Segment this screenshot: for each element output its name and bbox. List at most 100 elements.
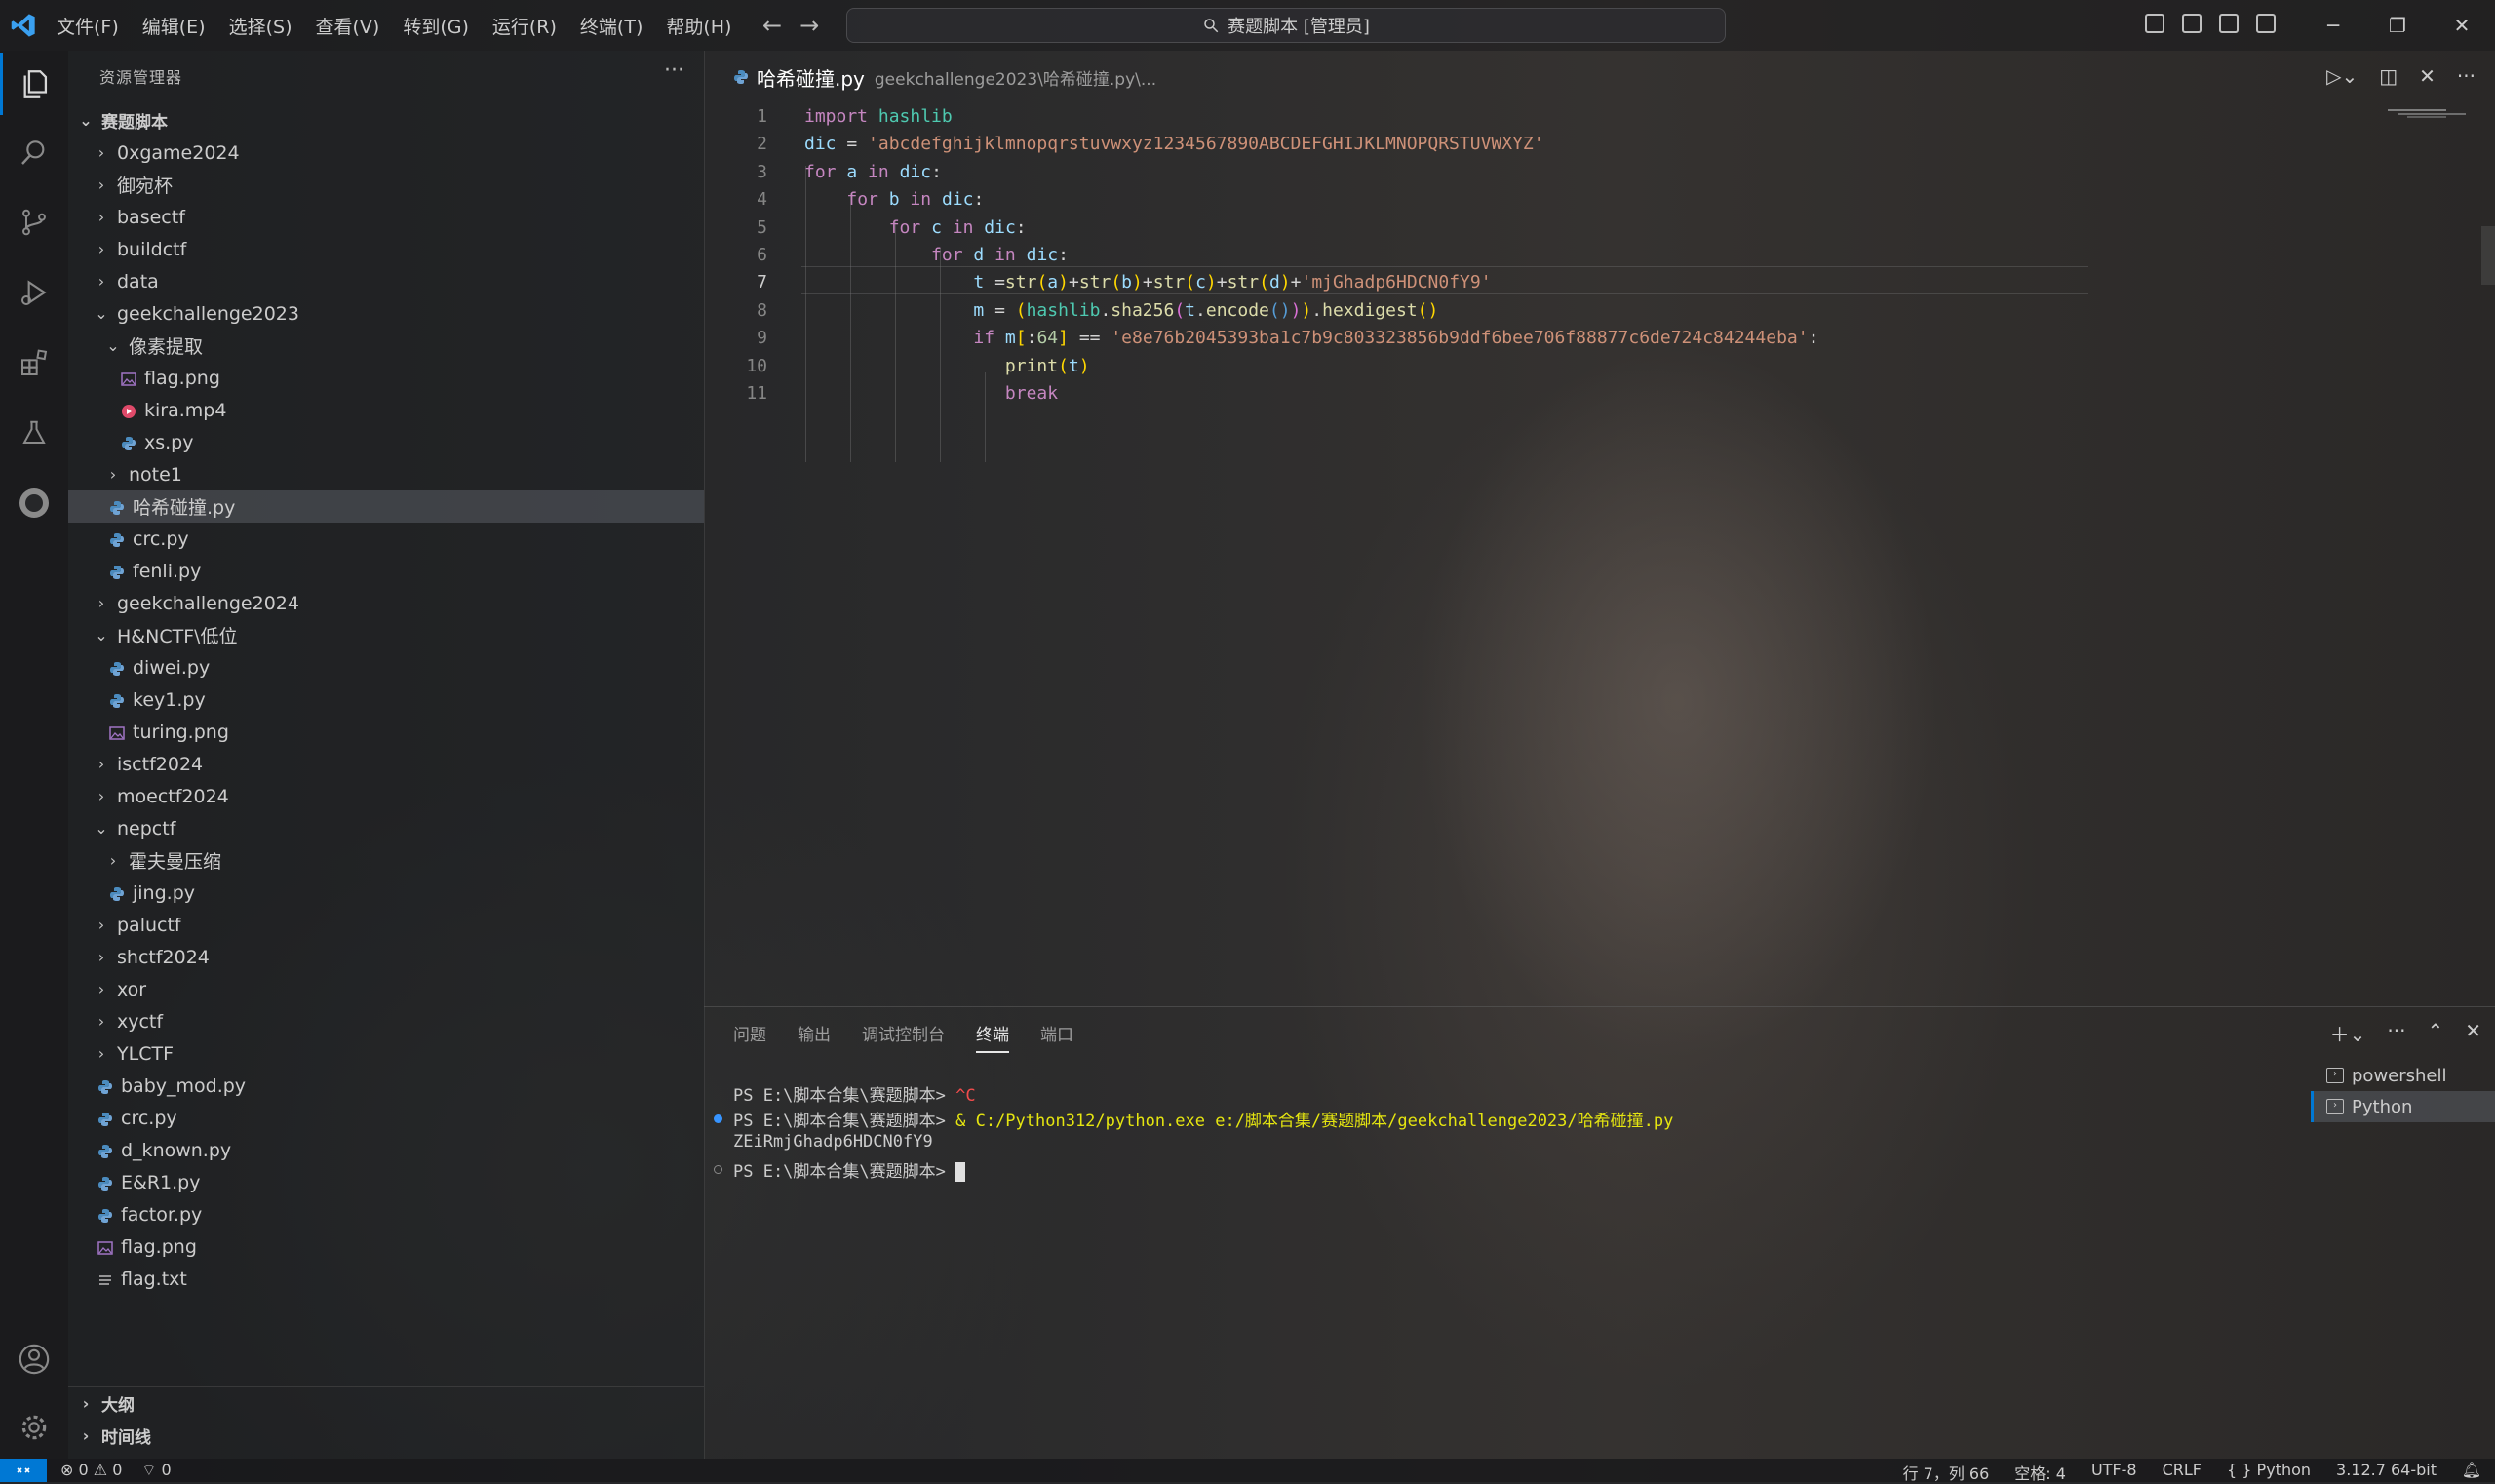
file-item[interactable]: crc.py [68,1102,704,1134]
tab-debug-console[interactable]: 调试控制台 [862,1021,945,1053]
timeline-header[interactable]: › 时间线 [68,1420,704,1452]
command-success-dot-icon[interactable] [714,1114,722,1123]
remote-indicator-icon[interactable] [0,1459,47,1482]
customize-layout-icon[interactable] [2256,14,2276,33]
folder-item[interactable]: › 御宛杯 [68,169,704,201]
code-line[interactable]: print(t) [804,356,1090,376]
folder-item[interactable]: › buildctf [68,233,704,265]
back-arrow-icon[interactable]: ← [762,12,782,39]
more-actions-icon[interactable]: ··· [664,59,684,83]
folder-item[interactable]: ⌄ geekchallenge2023 [68,297,704,330]
maximize-panel-icon[interactable]: ⌃ [2427,1019,2443,1047]
file-item[interactable]: E&R1.py [68,1166,704,1198]
extensions-icon[interactable] [0,332,68,394]
menu-run[interactable]: 运行(R) [492,13,557,39]
code-line[interactable]: for a in dic: [804,162,942,182]
file-item[interactable]: key1.py [68,683,704,716]
line-endings[interactable]: CRLF [2163,1461,2202,1484]
tab-hash-collision[interactable]: 哈希碰撞.py geekchallenge2023\哈希碰撞.py\... [733,59,1156,96]
close-editor-icon[interactable]: ✕ [2419,64,2436,88]
indentation[interactable]: 空格: 4 [2014,1461,2066,1484]
file-item[interactable]: 哈希碰撞.py [68,490,704,523]
toggle-panel-icon[interactable] [2182,14,2202,33]
python-interpreter[interactable]: 3.12.7 64-bit [2336,1461,2437,1484]
file-item[interactable]: flag.txt [68,1263,704,1295]
run-debug-icon[interactable] [0,261,68,324]
workspace-root[interactable]: ⌄ 赛题脚本 [68,104,704,137]
file-item[interactable]: diwei.py [68,651,704,683]
folder-item[interactable]: ⌄ 像素提取 [68,330,704,362]
code-line[interactable]: if m[:64] == 'e8e76b2045393ba1c7b9c80332… [804,328,1818,348]
menu-help[interactable]: 帮助(H) [666,13,731,39]
manage-gear-icon[interactable] [0,1396,68,1459]
problems-status[interactable]: ⊗ 0 ⚠ 0 [60,1461,122,1480]
code-line[interactable]: m = (hashlib.sha256(t.encode())).hexdige… [804,300,1438,321]
command-center-search[interactable]: 赛题脚本 [管理员] [846,8,1726,43]
outline-header[interactable]: › 大纲 [68,1387,704,1420]
source-control-icon[interactable] [0,191,68,254]
tab-output[interactable]: 输出 [798,1021,831,1053]
toggle-secondary-sidebar-icon[interactable] [2219,14,2239,33]
testing-flask-icon[interactable] [0,402,68,464]
close-panel-icon[interactable]: ✕ [2465,1019,2481,1047]
split-editor-icon[interactable]: ◫ [2379,64,2398,88]
file-item[interactable]: xs.py [68,426,704,458]
account-icon[interactable] [0,1328,68,1390]
close-icon[interactable]: ✕ [2430,14,2494,37]
language-mode[interactable]: { } Python [2227,1461,2311,1484]
tab-problems[interactable]: 问题 [733,1021,766,1053]
toggle-primary-sidebar-icon[interactable] [2145,14,2164,33]
file-item[interactable]: factor.py [68,1198,704,1230]
cursor-position[interactable]: 行 7，列 66 [1903,1461,1990,1484]
explorer-icon[interactable] [0,53,68,115]
code-line[interactable]: for d in dic: [804,245,1069,265]
file-item[interactable]: baby_mod.py [68,1070,704,1102]
panel-more-icon[interactable]: ··· [2387,1019,2405,1047]
folder-item[interactable]: ⌄ H&NCTF\低位 [68,619,704,651]
folder-item[interactable]: › data [68,265,704,297]
terminal-output[interactable]: PS E:\脚本合集\赛题脚本> ^C PS E:\脚本合集\赛题脚本> & C… [714,1081,1673,1183]
github-remote-icon[interactable] [0,472,68,534]
folder-item[interactable]: › 霍夫曼压缩 [68,844,704,877]
file-item[interactable]: flag.png [68,362,704,394]
folder-item[interactable]: › note1 [68,458,704,490]
tab-ports[interactable]: 端口 [1040,1021,1073,1053]
menu-terminal[interactable]: 终端(T) [580,13,643,39]
forward-arrow-icon[interactable]: → [799,12,819,39]
folder-item[interactable]: › isctf2024 [68,748,704,780]
folder-item[interactable]: › geekchallenge2024 [68,587,704,619]
menu-view[interactable]: 查看(V) [316,13,380,39]
editor-more-icon[interactable]: ··· [2457,64,2476,88]
folder-item[interactable]: › moectf2024 [68,780,704,812]
terminal-item-powershell[interactable]: › powershell [2311,1060,2495,1091]
folder-item[interactable]: › 0xgame2024 [68,137,704,169]
file-item[interactable]: jing.py [68,877,704,909]
code-line[interactable]: break [804,383,1058,404]
tab-terminal[interactable]: 终端 [976,1021,1009,1053]
folder-item[interactable]: › basectf [68,201,704,233]
minimap[interactable] [2388,107,2476,119]
terminal-item-python[interactable]: › Python [2311,1091,2495,1122]
menu-edit[interactable]: 编辑(E) [142,13,206,39]
code-line[interactable]: import hashlib [804,106,953,127]
command-pending-dot-icon[interactable] [714,1165,722,1174]
run-python-file-icon[interactable]: ▷⌄ [2326,64,2358,88]
code-line[interactable]: dic = 'abcdefghijklmnopqrstuvwxyz1234567… [804,134,1544,154]
file-item[interactable]: kira.mp4 [68,394,704,426]
file-item[interactable]: crc.py [68,523,704,555]
file-item[interactable]: fenli.py [68,555,704,587]
notifications-bell-icon[interactable]: 🔔︎ [2462,1461,2481,1479]
file-item[interactable]: turing.png [68,716,704,748]
editor-scrollbar[interactable] [2481,226,2495,285]
file-item[interactable]: flag.png [68,1230,704,1263]
ports-status[interactable]: ⌔ 0 [141,1461,171,1480]
folder-item[interactable]: › xor [68,973,704,1005]
folder-item[interactable]: ⌄ nepctf [68,812,704,844]
file-item[interactable]: d_known.py [68,1134,704,1166]
folder-item[interactable]: › paluctf [68,909,704,941]
restore-icon[interactable]: ❐ [2365,14,2430,37]
code-line[interactable]: for b in dic: [804,189,984,210]
minimize-icon[interactable]: ─ [2301,14,2365,37]
code-line[interactable]: for c in dic: [804,217,1027,238]
folder-item[interactable]: › xyctf [68,1005,704,1037]
